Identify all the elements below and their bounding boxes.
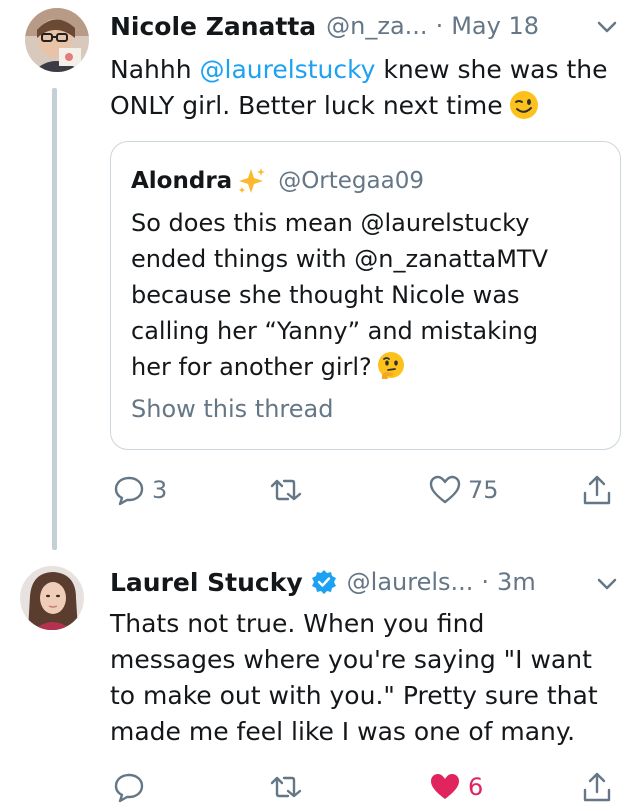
share-icon (583, 475, 611, 505)
quoted-line: ended things with @n_zanattaMTV (131, 245, 548, 273)
share-button[interactable] (580, 767, 614, 807)
quoted-tweet-header: Alondra @Ortegaa09 (131, 164, 424, 198)
retweet-button[interactable] (268, 767, 308, 807)
tweet-line: messages where you're saying "I want (110, 645, 592, 674)
show-thread-link[interactable]: Show this thread (131, 395, 333, 423)
tweet-timestamp[interactable]: 3m (497, 568, 536, 596)
retweet-icon (270, 776, 302, 798)
reply-button[interactable] (112, 767, 152, 807)
tweet-line: to make out with you." Pretty sure that (110, 681, 598, 710)
verified-badge-icon (311, 570, 336, 594)
reply-icon (114, 476, 144, 506)
retweet-button[interactable] (268, 470, 308, 510)
retweet-icon (270, 479, 302, 501)
share-button[interactable] (580, 470, 614, 510)
tweet-header: Nicole Zanatta @n_za... · May 18 (110, 8, 620, 44)
reply-button[interactable]: 3 (112, 470, 167, 510)
like-button[interactable]: 75 (428, 470, 499, 510)
tweet-text-segment: Nahhh (110, 55, 200, 84)
heart-filled-icon (431, 774, 459, 799)
share-icon (583, 772, 611, 802)
tweet-text-segment: knew she was the (375, 55, 608, 84)
quoted-line: because she thought Nicole was (131, 281, 520, 309)
reply-icon (114, 773, 144, 803)
author-name[interactable]: Nicole Zanatta (110, 12, 316, 41)
quoted-author-name: Alondra (131, 168, 233, 194)
thinking-face-icon (377, 352, 404, 379)
mention-link[interactable]: @laurelstucky (200, 55, 376, 84)
wink-emoji-icon (509, 91, 538, 119)
tweet-header: Laurel Stucky @laurels... · 3m (110, 564, 620, 600)
tweet-actions: 6 (0, 767, 640, 807)
tweet-actions: 3 75 (0, 470, 640, 510)
chevron-down-icon[interactable] (594, 14, 620, 40)
like-count: 6 (468, 773, 484, 801)
avatar-laurel[interactable] (20, 566, 84, 630)
quoted-tweet[interactable]: Alondra @Ortegaa09 So does this mean @la… (110, 141, 621, 450)
quoted-line: calling her “Yanny” and mistaking (131, 317, 539, 345)
reply-count: 3 (152, 476, 168, 504)
quoted-tweet-text: So does this mean @laurelstucky ended th… (131, 205, 601, 385)
quoted-author-handle: @Ortegaa09 (278, 168, 424, 194)
tweet-line: Thats not true. When you find (110, 609, 485, 638)
tweet-text: Thats not true. When you find messages w… (110, 606, 622, 750)
author-handle[interactable]: @n_za... (326, 12, 427, 40)
separator-dot: · (481, 568, 490, 596)
tweet-line: made me feel like I was one of many. (110, 717, 576, 746)
author-name[interactable]: Laurel Stucky (110, 568, 303, 597)
quoted-line: her for another girl? (131, 353, 372, 381)
like-count: 75 (468, 476, 499, 504)
author-handle[interactable]: @laurels... (347, 568, 474, 596)
heart-icon (429, 475, 461, 504)
tweet-timestamp[interactable]: May 18 (451, 12, 539, 40)
tweet-text-segment: ONLY girl. Better luck next time (110, 91, 503, 120)
sparkles-icon (239, 168, 266, 193)
tweet-nicole[interactable]: Nicole Zanatta @n_za... · May 18 Nahhh @… (0, 0, 640, 550)
chevron-down-icon[interactable] (594, 571, 620, 597)
like-button-active[interactable]: 6 (428, 767, 483, 807)
quoted-line: So does this mean @laurelstucky (131, 209, 530, 237)
separator-dot: · (435, 12, 444, 40)
avatar-nicole[interactable] (25, 8, 89, 72)
tweet-text: Nahhh @laurelstucky knew she was the ONL… (110, 52, 622, 124)
tweet-laurel[interactable]: Laurel Stucky @laurels... · 3m Thats not… (0, 550, 640, 811)
